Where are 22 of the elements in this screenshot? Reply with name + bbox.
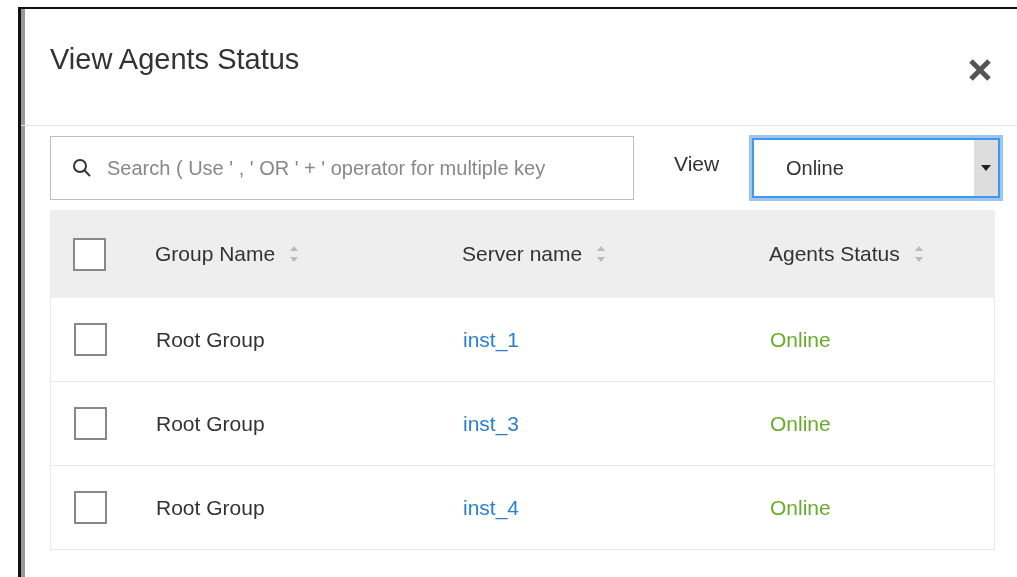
row-checkbox[interactable] [74, 491, 107, 524]
caret-icon [981, 165, 991, 171]
column-header[interactable]: Agents Status [769, 242, 900, 266]
row-checkbox[interactable] [74, 323, 107, 356]
select-all-checkbox[interactable] [73, 237, 106, 271]
status-cell-text: Online [770, 327, 832, 352]
dialog-title: View Agents Status [50, 43, 300, 76]
column-header[interactable]: Group Name [155, 242, 276, 266]
status-cell-text: Online [770, 495, 832, 520]
search-icon [72, 158, 92, 178]
row-checkbox[interactable] [74, 407, 107, 440]
server-link[interactable]: inst_1 [463, 327, 520, 352]
view-dropdown[interactable]: Online [749, 135, 1003, 201]
view-label: View [674, 152, 720, 176]
server-link[interactable]: inst_3 [463, 411, 520, 436]
group-cell-text: Root Group [156, 411, 266, 436]
status-cell-text: Online [770, 411, 832, 436]
group-cell-text: Root Group [156, 495, 266, 520]
search-field[interactable]: Search ( Use ' , ' OR ' + ' operator for multiple key [50, 136, 634, 200]
server-link[interactable]: inst_4 [463, 495, 520, 520]
group-cell-text: Root Group [156, 327, 266, 352]
column-header[interactable]: Server name [462, 242, 583, 266]
